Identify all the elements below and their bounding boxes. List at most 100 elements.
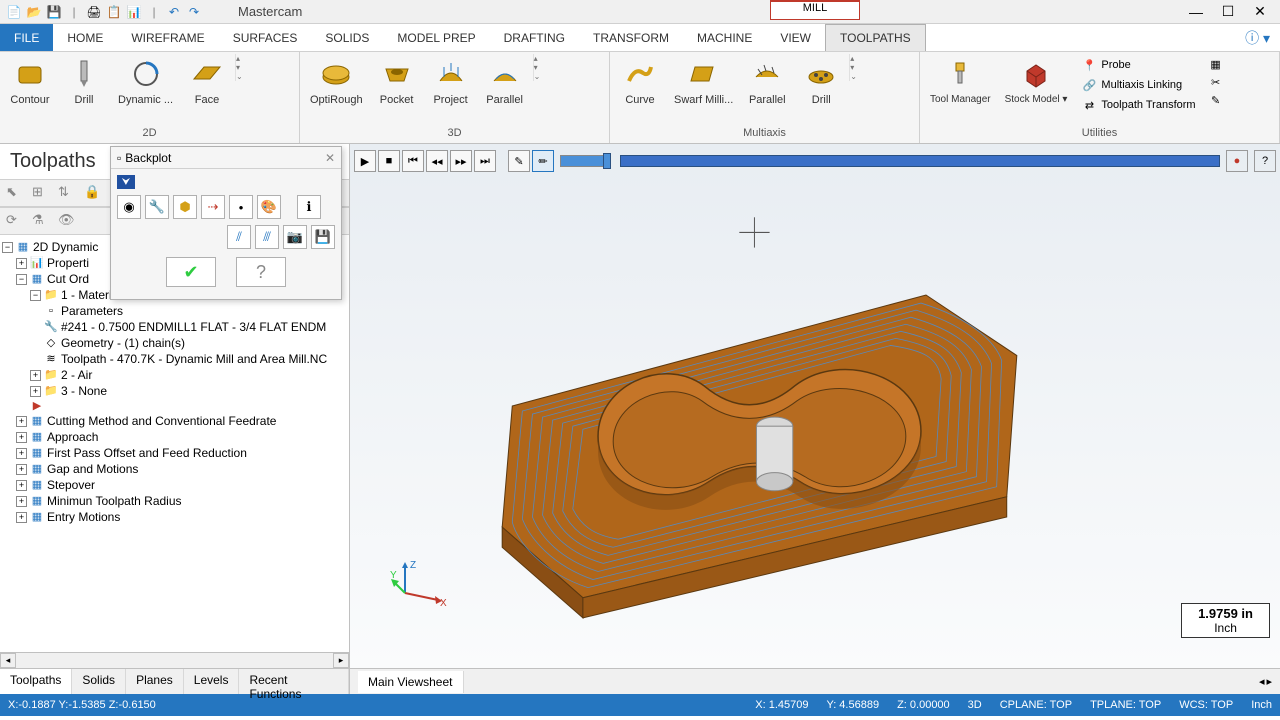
bp-rapid-button[interactable]: ⇢ (201, 195, 225, 219)
status-mode[interactable]: 3D (968, 699, 982, 711)
tree-params[interactable]: Parameters (61, 303, 123, 319)
2d-gallery-dropdown[interactable]: ▴▾⌄ (235, 54, 249, 81)
new-file-icon[interactable]: 📄 (6, 4, 22, 20)
bp-save-button[interactable]: 💾 (311, 225, 335, 249)
tree-toggle[interactable]: + (30, 370, 41, 381)
speed-slider[interactable] (560, 155, 608, 167)
open-file-icon[interactable]: 📂 (26, 4, 42, 20)
scroll-left-icon[interactable]: ◂ (0, 653, 16, 668)
trace-mode-button[interactable]: ✎ (508, 150, 530, 172)
tree-hscroll[interactable]: ◂ ▸ (0, 652, 349, 668)
drill-multi-button[interactable]: Drill (795, 54, 847, 108)
menu-home[interactable]: HOME (53, 24, 117, 51)
tree-toggle[interactable]: + (16, 512, 27, 523)
tree-cutorder[interactable]: Cut Ord (47, 271, 89, 287)
tree-toggle[interactable]: + (16, 496, 27, 507)
swarf-button[interactable]: Swarf Milli... (668, 54, 739, 108)
tree-toggle[interactable]: + (16, 432, 27, 443)
vtab-next-icon[interactable]: ▸ (1266, 675, 1272, 688)
undo-icon[interactable]: ↶ (166, 4, 182, 20)
bp-tool-button[interactable]: 🔧 (145, 195, 169, 219)
backplot-ok-button[interactable]: ✔ (166, 257, 216, 287)
tree-toggle[interactable]: − (16, 274, 27, 285)
tree-toggle[interactable]: + (16, 464, 27, 475)
tree-toggle[interactable]: + (16, 448, 27, 459)
tb-filter-icon[interactable]: ⚗ (32, 212, 50, 230)
drill-2d-button[interactable]: Drill (58, 54, 110, 108)
tree-toggle[interactable]: + (16, 416, 27, 427)
bp-quick-button[interactable]: ⫽ (227, 225, 251, 249)
tree-toggle[interactable]: + (16, 480, 27, 491)
backplot-close-button[interactable]: ✕ (325, 151, 335, 165)
parallel-multi-button[interactable]: Parallel (741, 54, 793, 108)
fast-fwd-button[interactable]: ⏭ (474, 150, 496, 172)
bp-display-button[interactable]: ◉ (117, 195, 141, 219)
tree-toolpath-file[interactable]: Toolpath - 470.7K - Dynamic Mill and Are… (61, 351, 327, 367)
menu-modelprep[interactable]: MODEL PREP (383, 24, 489, 51)
stop-button[interactable]: ■ (378, 150, 400, 172)
trace-mode-2-button[interactable]: ✏ (532, 150, 554, 172)
probe-button[interactable]: 📍Probe (1079, 56, 1197, 74)
dynamic-button[interactable]: Dynamic ... (112, 54, 179, 108)
bp-holder-button[interactable]: ⬢ (173, 195, 197, 219)
tab-main-viewsheet[interactable]: Main Viewsheet (358, 671, 464, 693)
tool-manager-button[interactable]: Tool Manager (924, 54, 997, 107)
3d-gallery-dropdown[interactable]: ▴▾⌄ (533, 54, 547, 81)
status-tplane[interactable]: TPLANE: TOP (1090, 699, 1161, 711)
nesting-icon[interactable]: ▦ (1208, 56, 1224, 72)
curve-button[interactable]: Curve (614, 54, 666, 108)
menu-drafting[interactable]: DRAFTING (490, 24, 579, 51)
bp-endpoints-button[interactable]: • (229, 195, 253, 219)
optirough-button[interactable]: OptiRough (304, 54, 369, 108)
tree-cutting[interactable]: Cutting Method and Conventional Feedrate (47, 413, 276, 429)
tree-none[interactable]: 3 - None (61, 383, 107, 399)
status-wcs[interactable]: WCS: TOP (1179, 699, 1233, 711)
vtab-prev-icon[interactable]: ◂ (1259, 675, 1265, 688)
tab-levels[interactable]: Levels (184, 669, 240, 694)
project-button[interactable]: Project (425, 54, 477, 108)
tab-solids[interactable]: Solids (72, 669, 126, 694)
bp-restrict-button[interactable]: ⫻ (255, 225, 279, 249)
tree-minrad[interactable]: Minimun Toolpath Radius (47, 493, 182, 509)
stock-model-button[interactable]: Stock Model ▾ (999, 54, 1074, 107)
tree-toggle[interactable]: − (30, 290, 41, 301)
tab-toolpaths[interactable]: Toolpaths (0, 669, 72, 694)
pocket-button[interactable]: Pocket (371, 54, 423, 108)
play-button[interactable]: ▶ (354, 150, 376, 172)
menu-transform[interactable]: TRANSFORM (579, 24, 683, 51)
status-units[interactable]: Inch (1251, 699, 1272, 711)
tree-root[interactable]: 2D Dynamic (33, 239, 98, 255)
face-button[interactable]: Face (181, 54, 233, 108)
menu-machine[interactable]: MACHINE (683, 24, 766, 51)
model-area[interactable] (350, 184, 1280, 628)
help-icon[interactable]: ⓘ ▾ (1235, 24, 1280, 51)
redo-icon[interactable]: ↷ (186, 4, 202, 20)
record-button[interactable]: ● (1226, 150, 1248, 172)
tree-approach[interactable]: Approach (47, 429, 98, 445)
context-tab-mill[interactable]: MILL (770, 0, 860, 20)
lock-icon[interactable]: 🔒 (84, 184, 102, 202)
tree-entry[interactable]: Entry Motions (47, 509, 120, 525)
menu-file[interactable]: FILE (0, 24, 53, 51)
tab-recent[interactable]: Recent Functions (239, 669, 349, 694)
menu-solids[interactable]: SOLIDS (311, 24, 383, 51)
menu-view[interactable]: VIEW (766, 24, 825, 51)
tree-toggle[interactable]: + (30, 386, 41, 397)
status-cplane[interactable]: CPLANE: TOP (1000, 699, 1072, 711)
contour-button[interactable]: Contour (4, 54, 56, 108)
menu-surfaces[interactable]: SURFACES (219, 24, 312, 51)
backplot-help-button[interactable]: ? (236, 257, 286, 287)
menu-toolpaths[interactable]: TOOLPATHS (825, 24, 926, 51)
tree-stepover[interactable]: Stepover (47, 477, 95, 493)
scroll-track[interactable] (16, 653, 333, 668)
progress-slider[interactable] (620, 155, 1220, 167)
step-fwd-button[interactable]: ▸▸ (450, 150, 472, 172)
multiaxis-linking-button[interactable]: 🔗Multiaxis Linking (1079, 76, 1197, 94)
backplot-panel[interactable]: ▫ Backplot ✕ ⮟ ◉ 🔧 ⬢ ⇢ • 🎨 ℹ ⫽ ⫻ 📷 💾 ✔ ? (110, 146, 342, 300)
print-preview-icon[interactable]: 📋 (106, 4, 122, 20)
backplot-titlebar[interactable]: ▫ Backplot ✕ (111, 147, 341, 169)
tree-toggle[interactable]: − (2, 242, 13, 253)
save-icon[interactable]: 💾 (46, 4, 62, 20)
print-icon[interactable]: 🖨 (86, 4, 102, 20)
tree-air[interactable]: 2 - Air (61, 367, 92, 383)
